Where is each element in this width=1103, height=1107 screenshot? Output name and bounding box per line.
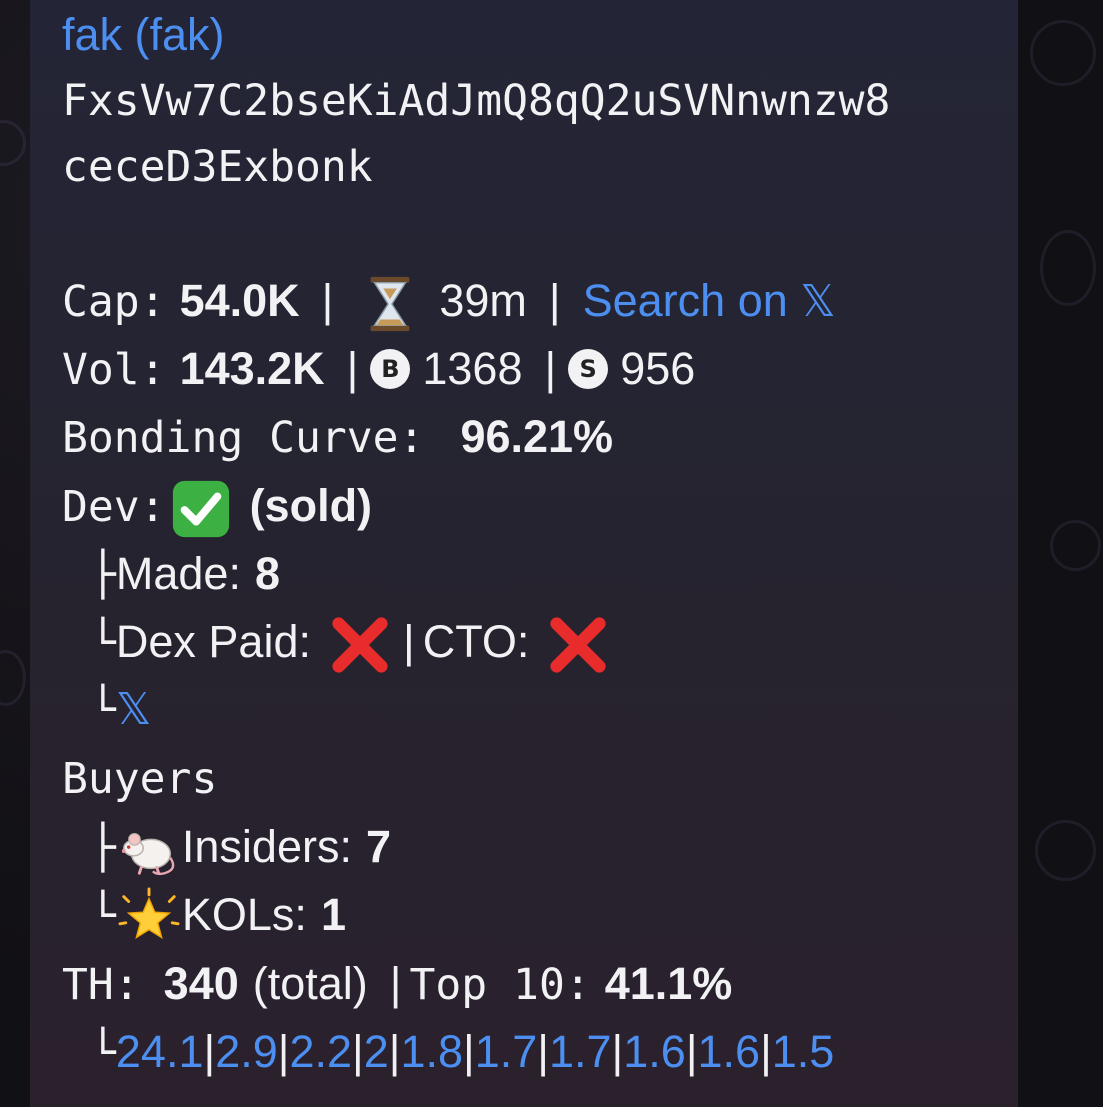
dev-x-link[interactable]: 𝕏 bbox=[116, 684, 151, 735]
contract-address-line2: ceceD3Exbonk bbox=[62, 142, 373, 192]
background-doodle bbox=[1030, 20, 1096, 86]
separator: | bbox=[346, 343, 359, 394]
distribution-separator: | bbox=[463, 1026, 475, 1077]
distribution-separator: | bbox=[388, 1026, 401, 1077]
bonding-value: 96.21% bbox=[460, 411, 614, 462]
insiders-row: ├ Insiders: 7 bbox=[90, 815, 391, 879]
holder-percent-link[interactable]: 1.6 bbox=[623, 1026, 686, 1077]
cap-label: Cap: bbox=[62, 277, 166, 327]
sell-circle-icon: S bbox=[568, 349, 609, 389]
made-value: 8 bbox=[254, 548, 280, 599]
separator: | bbox=[389, 958, 402, 1009]
made-label: Made: bbox=[115, 548, 241, 599]
kols-label: KOLs: bbox=[181, 889, 307, 940]
dev-row: Dev: (sold) bbox=[62, 474, 372, 538]
holders-total-suffix: (total) bbox=[252, 958, 368, 1009]
background-doodle bbox=[1035, 820, 1096, 881]
vol-label: Vol: bbox=[62, 345, 166, 395]
token-title-link[interactable]: fak (fak) bbox=[62, 3, 225, 67]
background-doodle bbox=[0, 650, 26, 706]
separator: | bbox=[403, 616, 415, 667]
holders-distribution-row: └24.1|2.9|2.2|2|1.8|1.7|1.7|1.6|1.6|1.5 bbox=[90, 1020, 834, 1084]
vol-value: 143.2K bbox=[179, 343, 325, 394]
insiders-value: 7 bbox=[365, 821, 391, 872]
bonding-curve-row: Bonding Curve: 96.21% bbox=[62, 405, 613, 469]
tree-branch: └ bbox=[90, 685, 116, 735]
holders-total: 340 bbox=[163, 958, 239, 1009]
cap-row: Cap: 54.0K | 39m | Search on 𝕏 bbox=[62, 269, 836, 333]
search-on-x-link[interactable]: Search on 𝕏 bbox=[582, 275, 836, 327]
dex-paid-row: └Dex Paid: | CTO: bbox=[90, 610, 613, 674]
rat-icon bbox=[118, 819, 180, 881]
top10-label: Top 10: bbox=[409, 960, 591, 1010]
holder-percent-link[interactable]: 1.7 bbox=[475, 1026, 538, 1077]
separator: | bbox=[548, 275, 561, 326]
tree-branch: └ bbox=[90, 618, 116, 668]
distribution-separator: | bbox=[352, 1026, 364, 1077]
tree-branch: ├ bbox=[90, 550, 116, 600]
contract-address-line1: FxsVw7C2bseKiAdJmQ8qQ2uSVNnwnzw8 bbox=[62, 76, 891, 126]
separator: | bbox=[321, 275, 334, 326]
dex-paid-label: Dex Paid: bbox=[115, 616, 311, 667]
glowing-star-icon bbox=[118, 887, 180, 949]
distribution-separator: | bbox=[611, 1026, 624, 1077]
kols-row: └ KOLs: 1 bbox=[90, 883, 346, 947]
distribution-separator: | bbox=[537, 1026, 549, 1077]
hourglass-icon bbox=[359, 273, 421, 335]
holder-percent-link[interactable]: 1.6 bbox=[698, 1026, 761, 1077]
holder-percent-link[interactable]: 1.8 bbox=[400, 1026, 463, 1077]
background-doodle bbox=[0, 120, 26, 166]
distribution-separator: | bbox=[277, 1026, 290, 1077]
kols-value: 1 bbox=[320, 889, 346, 940]
sells-count: 956 bbox=[620, 343, 696, 394]
holder-percent-link[interactable]: 2.2 bbox=[289, 1026, 352, 1077]
volume-row: Vol: 143.2K | B 1368 | S 956 bbox=[62, 337, 695, 401]
tree-branch: └ bbox=[90, 1028, 116, 1078]
check-mark-icon bbox=[170, 478, 232, 540]
search-on-label: Search on bbox=[582, 275, 788, 326]
message-bubble: fak (fak) FxsVw7C2bseKiAdJmQ8qQ2uSVNnwnz… bbox=[30, 0, 1018, 1107]
distribution-separator: | bbox=[203, 1026, 216, 1077]
cap-value: 54.0K bbox=[179, 275, 300, 326]
distribution-separator: | bbox=[760, 1026, 772, 1077]
distribution-separator: | bbox=[685, 1026, 698, 1077]
top10-value: 41.1% bbox=[604, 958, 733, 1009]
tree-branch: └ bbox=[90, 891, 116, 941]
cross-mark-icon bbox=[547, 614, 609, 676]
holder-percent-link[interactable]: 24.1 bbox=[116, 1026, 204, 1077]
holders-row: TH: 340 (total) | Top 10: 41.1% bbox=[62, 952, 732, 1016]
buyers-heading: Buyers bbox=[62, 754, 218, 804]
holder-percent-link[interactable]: 1.7 bbox=[549, 1026, 612, 1077]
holder-percent-link[interactable]: 2 bbox=[364, 1026, 389, 1077]
dev-status: (sold) bbox=[249, 480, 373, 531]
insiders-label: Insiders: bbox=[181, 821, 352, 872]
cross-mark-icon bbox=[329, 614, 391, 676]
holder-percent-link[interactable]: 2.9 bbox=[215, 1026, 278, 1077]
holders-label: TH: bbox=[62, 960, 140, 1010]
dev-label: Dev: bbox=[62, 482, 166, 532]
dev-x-row: └𝕏 bbox=[90, 678, 151, 742]
dev-made-row: ├Made: 8 bbox=[90, 542, 280, 606]
buys-count: 1368 bbox=[422, 343, 523, 394]
holder-percent-link[interactable]: 1.5 bbox=[772, 1026, 835, 1077]
age-value: 39m bbox=[439, 275, 527, 326]
bonding-label: Bonding Curve: bbox=[62, 413, 425, 463]
background-doodle bbox=[1050, 520, 1101, 571]
buy-circle-icon: B bbox=[370, 349, 411, 389]
x-logo-icon: 𝕏 bbox=[800, 276, 836, 327]
tree-branch: ├ bbox=[90, 823, 116, 873]
holder-distribution: 24.1|2.9|2.2|2|1.8|1.7|1.7|1.6|1.6|1.5 bbox=[116, 1026, 835, 1078]
separator: | bbox=[544, 343, 557, 394]
background-doodle bbox=[1040, 230, 1096, 306]
cto-label: CTO: bbox=[422, 616, 530, 667]
